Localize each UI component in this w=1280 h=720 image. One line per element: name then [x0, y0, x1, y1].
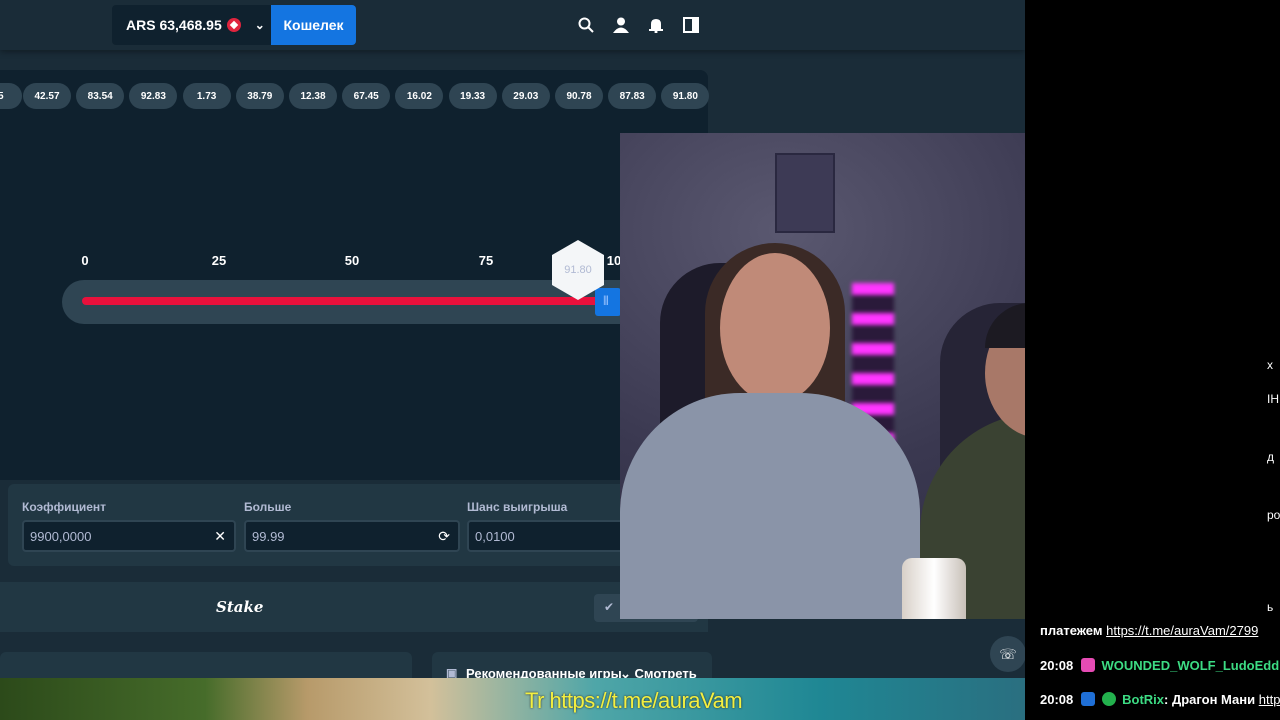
- result-chip: 90.78: [555, 83, 603, 109]
- banner-text: Tr https://t.me/auraVam: [525, 688, 743, 713]
- roll-result-value: 91.80: [564, 264, 592, 276]
- chat-text: Драгон Мани: [1168, 692, 1259, 707]
- chat-message: 20:08 BotRix: Драгон Мани https://dr: [1040, 692, 1280, 707]
- stake-logo: Stake: [216, 598, 264, 616]
- chat-link[interactable]: https://dr: [1259, 692, 1280, 707]
- slider-tick-label: 25: [211, 253, 227, 268]
- slider-handle[interactable]: [595, 288, 621, 316]
- multiplier-value: 9900,0000: [30, 528, 92, 544]
- result-chip: 92.83: [129, 83, 178, 109]
- slider-tick-label: 0: [81, 253, 89, 268]
- over-field[interactable]: 99.99 ⟳: [244, 520, 460, 552]
- result-chip: 38.79: [235, 83, 284, 109]
- chat-link[interactable]: https://t.me/auraVam/2799: [1106, 623, 1258, 638]
- chat-fragment: ІН: [1267, 392, 1279, 406]
- chat-fragment: д: [1267, 450, 1275, 464]
- result-chip: 91.80: [661, 83, 710, 109]
- drink-can: [902, 558, 966, 619]
- top-navbar: ARS 63,468.95 ⌄ Кошелек: [0, 0, 1025, 50]
- notifications-icon[interactable]: [645, 14, 667, 36]
- chat-timestamp: 20:08: [1040, 692, 1074, 707]
- slider-loss-range: [82, 297, 622, 305]
- user-badge-icon: [1080, 658, 1095, 672]
- result-chip: 12.38: [289, 83, 337, 109]
- chance-label: Шанс выигрыша: [467, 500, 568, 514]
- chat-panel: х ІН д ро ь платежем https://t.me/auraVa…: [1025, 0, 1280, 720]
- balance-selector[interactable]: ARS 63,468.95 ⌄: [112, 5, 272, 45]
- multiplier-field[interactable]: 9900,0000 ✕: [22, 520, 236, 552]
- sidebar-toggle-icon[interactable]: [680, 14, 702, 36]
- chat-username[interactable]: BotRix: [1122, 692, 1164, 707]
- shield-icon: ✔: [604, 600, 615, 614]
- streamer-face: [720, 253, 830, 403]
- streamer-body: [620, 393, 920, 619]
- bot-badge-icon: [1080, 692, 1095, 706]
- result-chip: 67.45: [342, 83, 391, 109]
- wall-poster: [775, 153, 835, 233]
- chat-message: 20:08 WOUNDED_WOLF_LudoEdd:: [1040, 658, 1280, 673]
- swap-icon[interactable]: ⟳: [438, 528, 450, 545]
- currency-icon: [226, 18, 241, 32]
- result-chip: 87.83: [608, 83, 657, 109]
- chevron-down-icon: ⌄: [254, 18, 265, 32]
- chat-text: платежем: [1040, 623, 1107, 638]
- result-chip: 16.02: [395, 83, 444, 109]
- chat-fragment: ь: [1267, 600, 1274, 614]
- chance-value: 0,0100: [475, 528, 515, 544]
- result-chip: 83.54: [76, 83, 125, 109]
- stream-banner: Tr https://t.me/auraVam: [0, 678, 1025, 720]
- result-chip: 29.03: [501, 83, 550, 109]
- result-chip: 1.73: [182, 83, 231, 109]
- bet-settings-panel: Коэффициент 9900,0000 ✕ Больше 99.99 ⟳ Ш…: [8, 484, 708, 566]
- user-icon[interactable]: [610, 14, 632, 36]
- result-chip: 15: [0, 83, 22, 109]
- over-value: 99.99: [252, 528, 285, 544]
- verified-icon: [1101, 692, 1116, 706]
- chat-fragment: ро: [1267, 508, 1280, 522]
- wallet-button[interactable]: Кошелек: [271, 5, 356, 45]
- support-headset-icon[interactable]: ☏: [990, 636, 1025, 672]
- balance-amount: ARS 63,468.95: [126, 17, 222, 33]
- clear-icon[interactable]: ✕: [214, 528, 226, 545]
- result-chip: 19.33: [448, 83, 497, 109]
- chat-fragment: х: [1267, 358, 1273, 372]
- chat-timestamp: 20:08: [1040, 658, 1074, 673]
- stream-layout: ARS 63,468.95 ⌄ Кошелек 15 42.5783.5492.…: [0, 0, 1280, 720]
- search-icon[interactable]: [575, 14, 597, 36]
- slider-tick-label: 50: [344, 253, 360, 268]
- chat-message: платежем https://t.me/auraVam/2799: [1040, 623, 1258, 638]
- multiplier-label: Коэффициент: [22, 500, 107, 514]
- over-label: Больше: [244, 500, 292, 514]
- slider-tick-label: 75: [478, 253, 494, 268]
- chat-username[interactable]: WOUNDED_WOLF_LudoEdd: [1102, 658, 1280, 673]
- result-chip: 42.57: [23, 83, 71, 109]
